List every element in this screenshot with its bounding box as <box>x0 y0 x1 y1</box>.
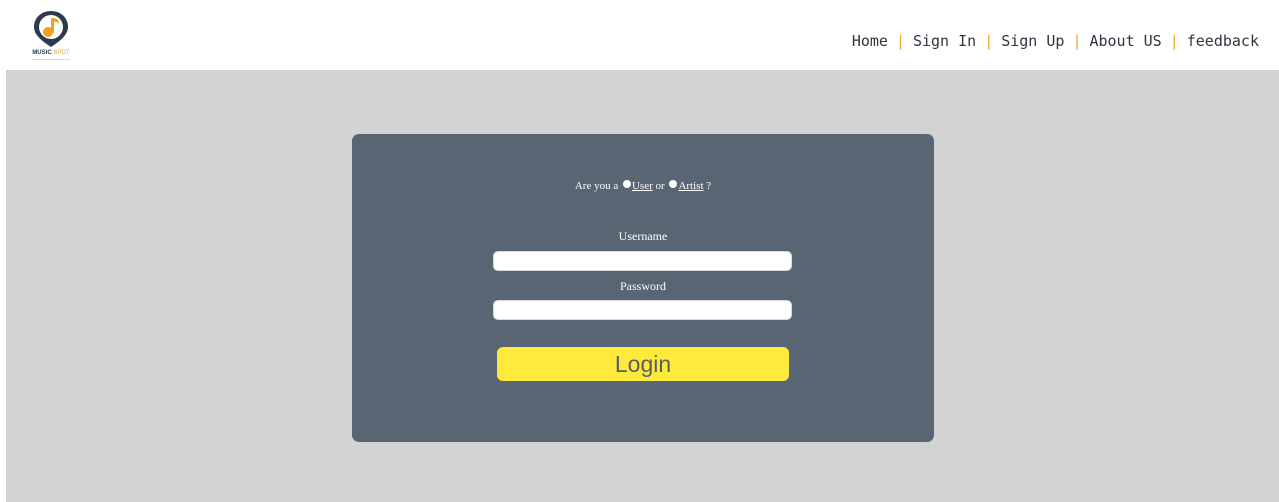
main-area: Are you a User or Artist ? Username Pass… <box>6 70 1279 502</box>
artist-radio[interactable] <box>669 180 678 188</box>
nav-about-us-link[interactable]: About US <box>1089 32 1161 50</box>
nav-separator: | <box>895 32 905 50</box>
logo-word-music: MUSIC <box>32 50 52 56</box>
role-or-text: or <box>655 180 665 192</box>
logo-tagline-line <box>32 59 70 60</box>
music-spot-logo[interactable]: MUSIC SPOT <box>26 8 76 64</box>
user-radio-label[interactable]: User <box>632 180 653 192</box>
nav-separator: | <box>1169 32 1179 50</box>
top-nav: Home | Sign In | Sign Up | About US | fe… <box>852 30 1259 52</box>
username-input[interactable] <box>493 251 792 271</box>
role-question-mark: ? <box>706 180 712 192</box>
password-input[interactable] <box>493 300 792 320</box>
role-selector: Are you a User or Artist ? <box>352 180 934 192</box>
nav-feedback-link[interactable]: feedback <box>1187 32 1259 50</box>
login-button[interactable]: Login <box>497 347 789 381</box>
nav-home-link[interactable]: Home <box>852 32 888 50</box>
nav-separator: | <box>1072 32 1082 50</box>
login-card: Are you a User or Artist ? Username Pass… <box>352 134 934 442</box>
password-label: Password <box>619 279 666 293</box>
nav-sign-up-link[interactable]: Sign Up <box>1001 32 1064 50</box>
user-radio[interactable] <box>622 180 631 188</box>
nav-separator: | <box>984 32 994 50</box>
username-label: Username <box>618 229 668 243</box>
music-pin-icon <box>34 11 68 47</box>
role-prompt: Are you a <box>574 180 619 192</box>
logo-word-spot: SPOT <box>53 50 70 56</box>
header: MUSIC SPOT Home | Sign In | Sign Up | Ab… <box>0 0 1279 70</box>
nav-sign-in-link[interactable]: Sign In <box>913 32 976 50</box>
artist-radio-label[interactable]: Artist <box>678 180 703 192</box>
logo-wordmark: MUSIC SPOT <box>26 50 76 56</box>
